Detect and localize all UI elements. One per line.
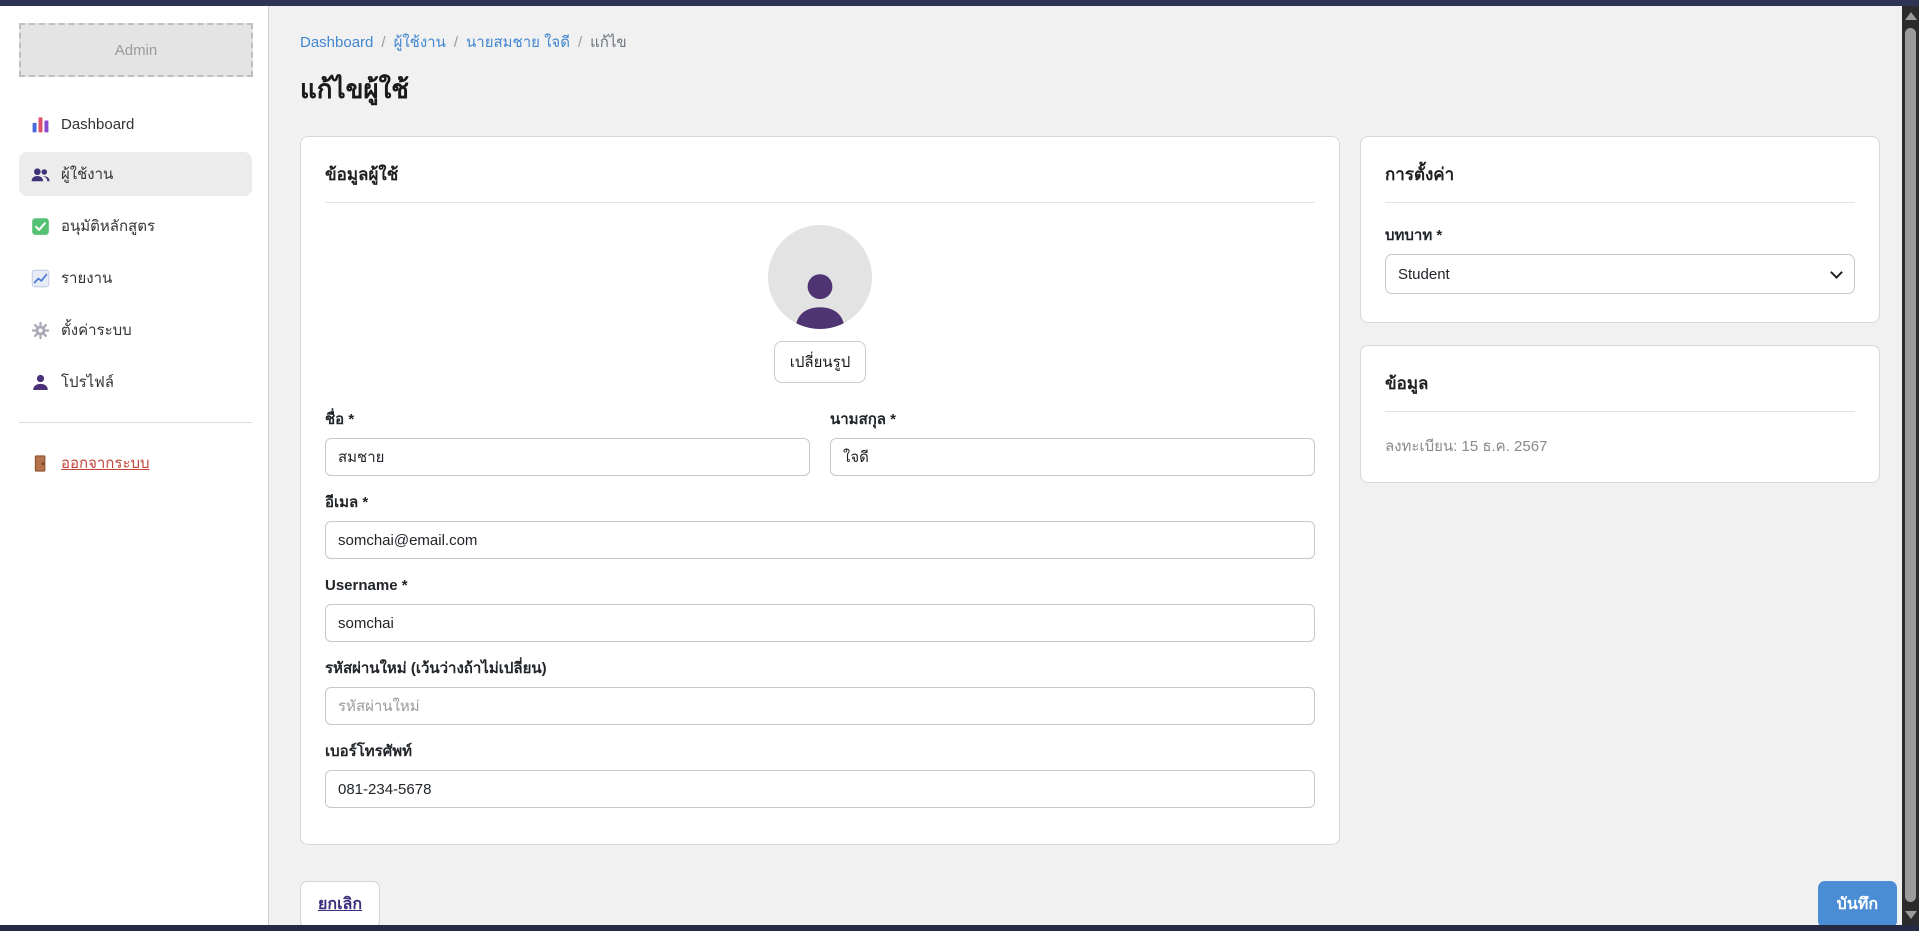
form-actions: ยกเลิก บันทึก xyxy=(300,881,1897,925)
breadcrumb-link-dashboard[interactable]: Dashboard xyxy=(300,34,373,51)
breadcrumb-separator: / xyxy=(454,34,458,51)
sidebar-item-profile[interactable]: โปรไฟล์ xyxy=(19,360,252,404)
registered-date-text: ลงทะเบียน: 15 ธ.ค. 2567 xyxy=(1385,434,1855,458)
breadcrumb-separator: / xyxy=(578,34,582,51)
sidebar: Admin Dashboard ผู้ใช้งาน อนุมัติหลักสูต… xyxy=(0,6,269,925)
sidebar-item-dashboard[interactable]: Dashboard xyxy=(19,105,252,144)
main-content: Dashboard / ผู้ใช้งาน / นายสมชาย ใจดี / … xyxy=(269,6,1919,925)
window-scrollbar[interactable] xyxy=(1902,6,1919,925)
new-password-field[interactable] xyxy=(325,687,1315,725)
gear-icon xyxy=(31,321,50,340)
person-silhouette-icon xyxy=(789,267,851,329)
sidebar-item-approve-courses[interactable]: อนุมัติหลักสูตร xyxy=(19,204,252,248)
page-title: แก้ไขผู้ใช้ xyxy=(300,69,1897,110)
breadcrumb-current: แก้ไข xyxy=(590,30,627,54)
avatar-section: เปลี่ยนรูป xyxy=(325,225,1315,383)
username-label: Username * xyxy=(325,575,1315,597)
brand-label: Admin xyxy=(115,42,158,59)
card-divider xyxy=(1385,411,1855,412)
password-group: รหัสผ่านใหม่ (เว้นว่างถ้าไม่เปลี่ยน) xyxy=(325,658,1315,725)
sidebar-item-label: Dashboard xyxy=(61,116,134,133)
app-layout: Admin Dashboard ผู้ใช้งาน อนุมัติหลักสูต… xyxy=(0,6,1919,925)
first-name-group: ชื่อ * xyxy=(325,409,810,476)
role-label: บทบาท * xyxy=(1385,225,1855,247)
sidebar-item-label: โปรไฟล์ xyxy=(61,370,114,394)
top-window-bar xyxy=(0,0,1919,6)
sidebar-item-label: รายงาน xyxy=(61,266,112,290)
breadcrumb-link-users[interactable]: ผู้ใช้งาน xyxy=(394,30,446,54)
sidebar-item-reports[interactable]: รายงาน xyxy=(19,256,252,300)
sidebar-item-system-settings[interactable]: ตั้งค่าระบบ xyxy=(19,308,252,352)
card-divider xyxy=(1385,202,1855,203)
sidebar-divider xyxy=(19,422,252,423)
first-name-field[interactable] xyxy=(325,438,810,476)
brand-placeholder: Admin xyxy=(19,23,253,77)
sidebar-item-users[interactable]: ผู้ใช้งาน xyxy=(19,152,252,196)
email-field[interactable] xyxy=(325,521,1315,559)
role-select-wrap: Student xyxy=(1385,254,1855,294)
line-chart-icon xyxy=(31,269,50,288)
cancel-button[interactable]: ยกเลิก xyxy=(300,881,380,925)
phone-group: เบอร์โทรศัพท์ xyxy=(325,741,1315,808)
info-card-title: ข้อมูล xyxy=(1385,370,1855,397)
breadcrumb: Dashboard / ผู้ใช้งาน / นายสมชาย ใจดี / … xyxy=(300,30,1897,54)
content-grid: ข้อมูลผู้ใช้ เปลี่ยนรูป ชื่อ * xyxy=(300,136,1897,845)
avatar xyxy=(768,225,872,329)
right-column: การตั้งค่า บทบาท * Student ข้อมูล xyxy=(1360,136,1880,483)
breadcrumb-link-user-name[interactable]: นายสมชาย ใจดี xyxy=(466,30,570,54)
info-card: ข้อมูล ลงทะเบียน: 15 ธ.ค. 2567 xyxy=(1360,345,1880,483)
password-label: รหัสผ่านใหม่ (เว้นว่างถ้าไม่เปลี่ยน) xyxy=(325,658,1315,680)
sidebar-item-label: อนุมัติหลักสูตร xyxy=(61,214,155,238)
user-info-card: ข้อมูลผู้ใช้ เปลี่ยนรูป ชื่อ * xyxy=(300,136,1340,845)
card-divider xyxy=(325,202,1315,203)
scroll-down-icon[interactable] xyxy=(1905,911,1917,919)
users-icon xyxy=(31,165,50,184)
role-select[interactable]: Student xyxy=(1385,254,1855,294)
breadcrumb-separator: / xyxy=(381,34,385,51)
person-icon xyxy=(31,373,50,392)
email-group: อีเมล * xyxy=(325,492,1315,559)
door-icon xyxy=(31,454,50,473)
scrollbar-thumb[interactable] xyxy=(1905,28,1916,902)
phone-label: เบอร์โทรศัพท์ xyxy=(325,741,1315,763)
logout-button[interactable]: ออกจากระบบ xyxy=(19,449,252,477)
scroll-up-icon[interactable] xyxy=(1905,12,1917,20)
sidebar-item-label: ตั้งค่าระบบ xyxy=(61,318,132,342)
check-icon xyxy=(31,217,50,236)
logout-label: ออกจากระบบ xyxy=(61,451,150,475)
bottom-window-bar xyxy=(0,925,1919,931)
bar-chart-icon xyxy=(31,115,50,134)
last-name-group: นามสกุล * xyxy=(830,409,1315,476)
sidebar-item-label: ผู้ใช้งาน xyxy=(61,162,113,186)
first-name-label: ชื่อ * xyxy=(325,409,810,431)
role-group: บทบาท * Student xyxy=(1385,225,1855,294)
username-group: Username * xyxy=(325,575,1315,642)
settings-card-title: การตั้งค่า xyxy=(1385,161,1855,188)
change-photo-button[interactable]: เปลี่ยนรูป xyxy=(774,341,866,383)
user-info-card-title: ข้อมูลผู้ใช้ xyxy=(325,161,1315,188)
last-name-label: นามสกุล * xyxy=(830,409,1315,431)
username-field[interactable] xyxy=(325,604,1315,642)
save-button[interactable]: บันทึก xyxy=(1818,881,1897,925)
email-label: อีเมล * xyxy=(325,492,1315,514)
settings-card: การตั้งค่า บทบาท * Student xyxy=(1360,136,1880,323)
name-row: ชื่อ * นามสกุล * xyxy=(325,409,1315,492)
phone-field[interactable] xyxy=(325,770,1315,808)
last-name-field[interactable] xyxy=(830,438,1315,476)
